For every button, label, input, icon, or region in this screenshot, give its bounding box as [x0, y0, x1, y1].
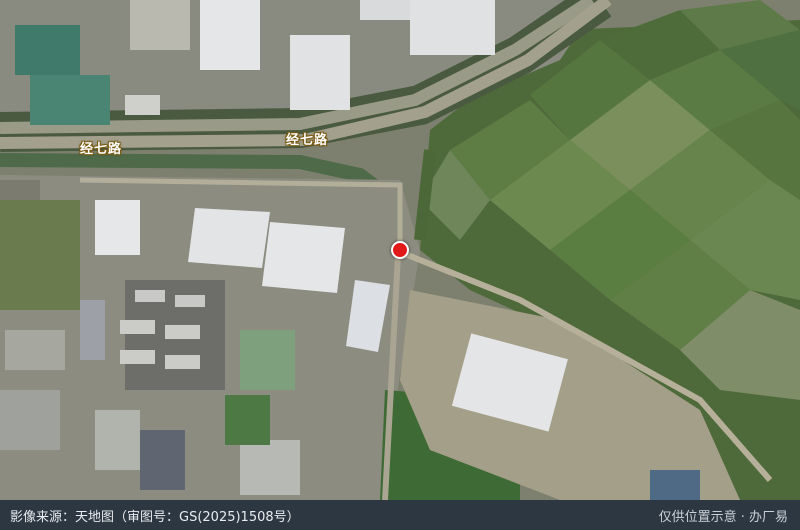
solar-array — [15, 25, 80, 75]
warehouse — [200, 0, 260, 70]
warehouse — [262, 222, 345, 293]
imagery-source-text: 影像来源：天地图（审图号：GS(2025)1508号） — [10, 509, 300, 525]
warehouse — [410, 0, 495, 55]
building — [125, 95, 160, 115]
location-marker[interactable] — [391, 241, 409, 259]
warehouse — [95, 200, 140, 255]
road-label: 经七路 — [80, 142, 123, 157]
solar-array — [30, 75, 110, 125]
warehouse — [290, 35, 350, 110]
warehouse — [188, 208, 270, 268]
road-label: 经七路 — [286, 133, 329, 148]
warehouse — [360, 0, 410, 20]
map-footer: 影像来源：天地图（审图号：GS(2025)1508号） 仅供位置示意 · 办厂易 — [0, 500, 800, 530]
disclaimer-text: 仅供位置示意 · 办厂易 — [658, 509, 788, 525]
satellite-map[interactable]: 经七路 经七路 — [0, 0, 800, 500]
